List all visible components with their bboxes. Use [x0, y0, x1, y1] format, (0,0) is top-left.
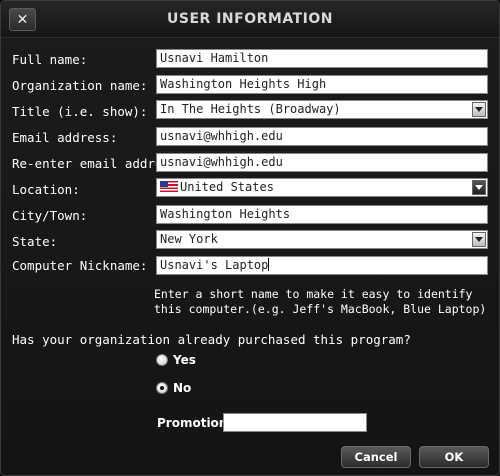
- text-cursor: [268, 258, 270, 271]
- cancel-button[interactable]: Cancel: [341, 446, 411, 468]
- location-label: Location:: [12, 182, 80, 197]
- title-select-value: In The Heights (Broadway): [160, 102, 341, 116]
- ok-button[interactable]: OK: [419, 446, 489, 468]
- radio-button[interactable]: [156, 382, 168, 394]
- email-input[interactable]: usnavi@whhigh.edu: [156, 127, 488, 146]
- city-label: City/Town:: [12, 208, 88, 223]
- dialog-title: USER INFORMATION: [167, 11, 333, 27]
- radio-option-yes[interactable]: Yes: [156, 353, 196, 367]
- state-select-value: New York: [160, 232, 218, 246]
- email-label: Email address:: [12, 130, 118, 145]
- nickname-help-text: Enter a short name to make it easy to id…: [154, 287, 487, 316]
- state-label: State:: [12, 234, 58, 249]
- location-select[interactable]: United States: [156, 178, 488, 197]
- user-information-dialog: ✕ USER INFORMATION Full name: Usnavi Ham…: [0, 0, 500, 476]
- full-name-label: Full name:: [12, 52, 88, 67]
- nickname-label: Computer Nickname:: [12, 258, 148, 273]
- organization-label: Organization name:: [12, 78, 148, 93]
- promotion-input[interactable]: [223, 413, 367, 432]
- organization-input[interactable]: Washington Heights High: [156, 75, 488, 94]
- radio-button[interactable]: [156, 354, 168, 366]
- city-input[interactable]: Washington Heights: [156, 205, 488, 224]
- full-name-input[interactable]: Usnavi Hamilton: [156, 49, 488, 68]
- state-select[interactable]: New York: [156, 230, 488, 249]
- location-select-value: United States: [180, 180, 274, 194]
- radio-option-no[interactable]: No: [156, 381, 191, 395]
- title-bar: ✕ USER INFORMATION: [1, 1, 499, 38]
- chevron-down-icon[interactable]: [472, 102, 486, 117]
- chevron-down-icon[interactable]: [472, 232, 486, 247]
- title-label: Title (i.e. show):: [12, 104, 148, 119]
- title-select[interactable]: In The Heights (Broadway): [156, 100, 488, 119]
- us-flag-icon: [160, 181, 178, 192]
- nickname-value: Usnavi's Laptop: [160, 258, 269, 272]
- radio-label-yes: Yes: [173, 353, 196, 367]
- location-select-value-wrap: United States: [160, 179, 487, 196]
- radio-label-no: No: [173, 381, 192, 395]
- chevron-down-icon[interactable]: [472, 180, 486, 195]
- purchase-question: Has your organization already purchased …: [12, 332, 411, 347]
- nickname-input[interactable]: Usnavi's Laptop: [156, 256, 488, 275]
- promotion-label: Promotion:: [157, 416, 233, 430]
- email-confirm-input[interactable]: usnavi@whhigh.edu: [156, 153, 488, 172]
